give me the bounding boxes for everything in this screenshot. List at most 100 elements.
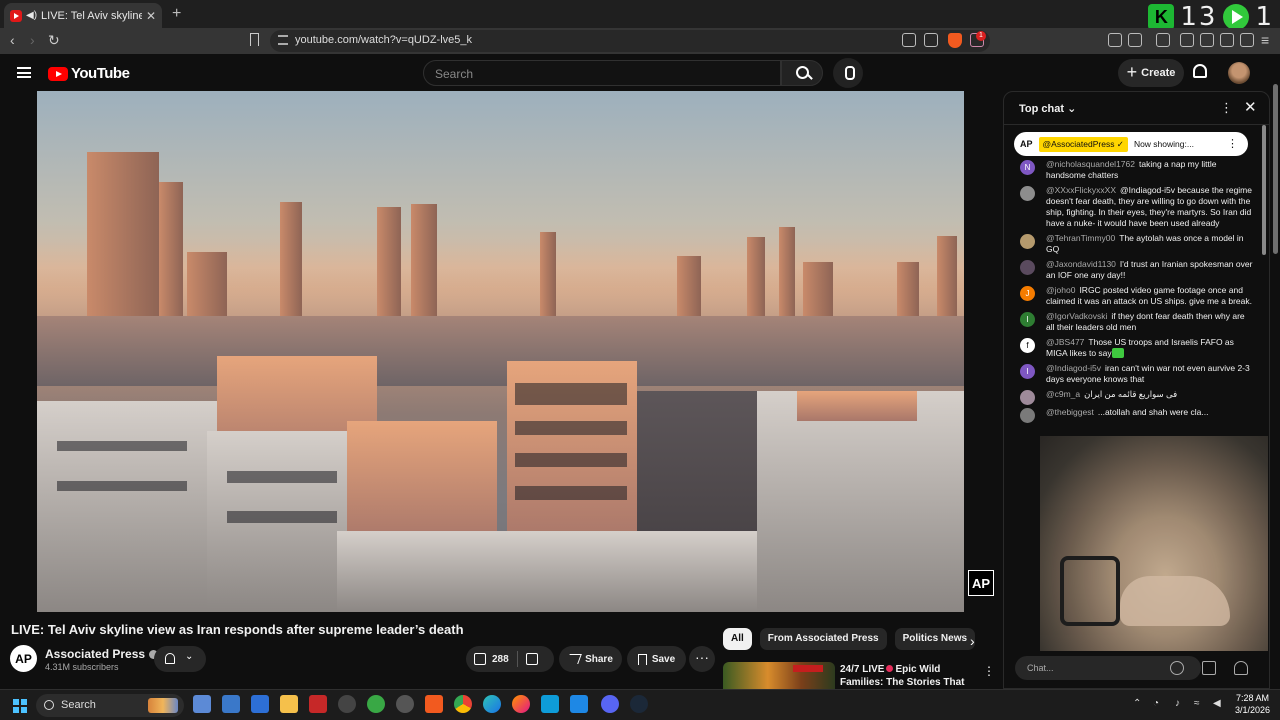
app-icon[interactable]: [338, 695, 356, 713]
chat-author-avatar[interactable]: N: [1020, 160, 1035, 175]
save-button[interactable]: Save: [627, 646, 686, 672]
chat-author-avatar[interactable]: I: [1020, 364, 1035, 379]
close-chat-icon[interactable]: ✕: [1244, 98, 1257, 116]
share-page-icon[interactable]: [924, 33, 938, 47]
windows-start-icon[interactable]: [13, 699, 27, 713]
top-chat-dropdown[interactable]: Top chat ⌄: [1019, 102, 1076, 115]
video-player[interactable]: [37, 91, 964, 612]
notifications-bell-icon[interactable]: [1193, 64, 1207, 78]
chat-author[interactable]: @IgorVadkovski: [1046, 311, 1107, 321]
cast-icon[interactable]: [902, 33, 916, 47]
super-chat-icon[interactable]: [1202, 661, 1216, 675]
menu-icon[interactable]: ≡: [1261, 32, 1269, 48]
chat-author-avatar[interactable]: J: [1020, 286, 1035, 301]
youtube-logo[interactable]: YouTube: [48, 65, 130, 82]
volume-icon[interactable]: ◀: [1213, 698, 1221, 709]
site-info-icon[interactable]: [278, 35, 288, 45]
chat-author-avatar[interactable]: [1020, 234, 1035, 249]
arduino-icon[interactable]: [541, 695, 559, 713]
share-button[interactable]: Share: [559, 646, 622, 672]
tray-app-icon[interactable]: ◔: [1153, 698, 1159, 709]
balcony: [515, 486, 627, 500]
forward-icon[interactable]: ›: [30, 32, 35, 48]
chat-author-avatar[interactable]: [1020, 260, 1035, 275]
url-field[interactable]: youtube.com/watch?v=qUDZ-lve5_k: [270, 30, 990, 52]
recommendation-menu-icon[interactable]: ⋮: [983, 664, 995, 678]
extension-icon[interactable]: [1156, 33, 1170, 47]
app-icon[interactable]: [309, 695, 327, 713]
back-icon[interactable]: ‹: [10, 32, 15, 48]
chat-author[interactable]: @XXxxFlickyxxXX: [1046, 185, 1116, 195]
chat-more-icon[interactable]: ⋮: [1220, 100, 1233, 116]
reload-icon[interactable]: ↻: [48, 32, 60, 49]
like-button[interactable]: 288: [466, 646, 517, 672]
browser-tab[interactable]: ◀) LIVE: Tel Aviv skyline view as I ✕: [4, 3, 162, 28]
more-actions-button[interactable]: ···: [689, 646, 715, 672]
pinned-message[interactable]: AP @AssociatedPress ✓ Now showing:... ⋮: [1014, 132, 1248, 156]
chat-scrollbar[interactable]: [1262, 125, 1266, 255]
subscription-bell-button[interactable]: ⌄: [154, 646, 206, 672]
ai-icon[interactable]: [1220, 33, 1234, 47]
chat-author[interactable]: @c9m_a: [1046, 389, 1080, 399]
create-button[interactable]: + Create: [1118, 59, 1184, 87]
chat-author-avatar[interactable]: I: [1020, 312, 1035, 327]
guide-menu-icon[interactable]: [17, 67, 31, 78]
microphone-icon[interactable]: ♪: [1175, 698, 1180, 709]
close-tab-icon[interactable]: ✕: [146, 9, 156, 23]
edge-icon[interactable]: [483, 695, 501, 713]
heart-icon[interactable]: [1234, 661, 1248, 675]
firefox-icon[interactable]: [512, 695, 530, 713]
vpn-icon[interactable]: [1240, 33, 1254, 47]
page-scrollbar[interactable]: [1273, 84, 1278, 254]
channel-avatar[interactable]: AP: [10, 645, 37, 672]
extensions-icon[interactable]: [1108, 33, 1122, 47]
chat-author[interactable]: @TehranTimmy00: [1046, 233, 1115, 243]
chat-author[interactable]: @Indiagod-i5v: [1046, 363, 1101, 373]
dislike-button[interactable]: [518, 646, 546, 672]
file-explorer-icon[interactable]: [280, 695, 298, 713]
taskbar-search[interactable]: Search: [36, 694, 184, 717]
taskbar-clock[interactable]: 7:28 AM 3/1/2026: [1230, 692, 1275, 716]
app-icon[interactable]: [367, 695, 385, 713]
pinned-text: Now showing:...: [1133, 139, 1194, 149]
tray-overflow-icon[interactable]: ⌃: [1133, 698, 1141, 709]
new-tab-button[interactable]: +: [172, 5, 181, 23]
app-icon[interactable]: [396, 695, 414, 713]
chat-author-avatar[interactable]: [1020, 408, 1035, 423]
brave-icon[interactable]: [425, 695, 443, 713]
chrome-icon[interactable]: [454, 695, 472, 713]
account-avatar[interactable]: [1228, 62, 1250, 84]
channel-name[interactable]: Associated Press: [45, 647, 159, 661]
bookmark-icon[interactable]: [250, 33, 259, 46]
search-input[interactable]: Search: [423, 60, 781, 86]
live-dot-icon: [886, 665, 894, 672]
wallet-icon[interactable]: [1200, 33, 1214, 47]
search-button[interactable]: [781, 60, 823, 86]
chat-author[interactable]: @JBS477: [1046, 337, 1084, 347]
chip-from-associated-press[interactable]: From Associated Press: [759, 628, 887, 650]
vscode-icon[interactable]: [570, 695, 588, 713]
app-icon[interactable]: [251, 695, 269, 713]
pinned-more-icon[interactable]: ⋮: [1227, 137, 1238, 150]
chat-author-avatar[interactable]: [1020, 390, 1035, 405]
emoji-icon[interactable]: [1170, 661, 1184, 675]
chat-author[interactable]: @joho0: [1046, 285, 1075, 295]
chat-author[interactable]: @thebiggest: [1046, 407, 1094, 417]
discord-icon[interactable]: [601, 695, 619, 713]
recommendation-thumbnail[interactable]: [723, 662, 835, 690]
chip-all[interactable]: All: [723, 628, 752, 650]
chips-next-icon[interactable]: ›: [970, 633, 975, 649]
steam-icon[interactable]: [630, 695, 648, 713]
voice-search-icon[interactable]: [833, 58, 863, 88]
task-view-icon[interactable]: [193, 695, 211, 713]
app-icon[interactable]: [222, 695, 240, 713]
chat-author-avatar[interactable]: [1020, 186, 1035, 201]
brave-shields-icon[interactable]: [948, 33, 962, 48]
screenshot-icon[interactable]: [1128, 33, 1142, 47]
sidebar-icon[interactable]: [1180, 33, 1194, 47]
wifi-icon[interactable]: ≈: [1194, 698, 1200, 709]
chat-author-avatar[interactable]: f: [1020, 338, 1035, 353]
chat-author[interactable]: @nicholasquandel1762: [1046, 159, 1135, 169]
chip-politics-news[interactable]: Politics News: [894, 628, 976, 650]
chat-author[interactable]: @Jaxondavid1130: [1046, 259, 1116, 269]
